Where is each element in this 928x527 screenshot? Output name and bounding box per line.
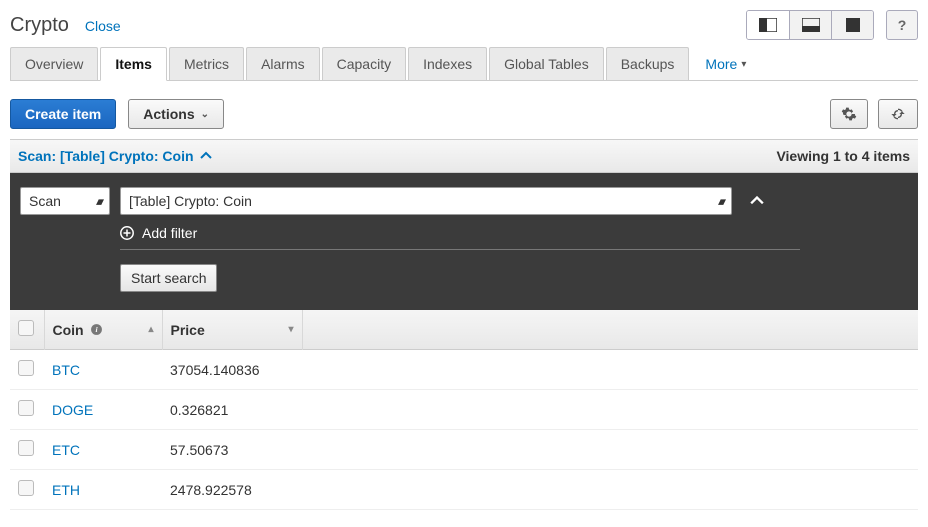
scan-summary[interactable]: Scan: [Table] Crypto: Coin — [18, 148, 212, 164]
view-toggle-group — [746, 10, 874, 40]
tab-global-tables[interactable]: Global Tables — [489, 47, 604, 80]
add-filter-label: Add filter — [142, 225, 197, 241]
price-value: 57.50673 — [170, 442, 228, 458]
coin-link[interactable]: ETH — [52, 482, 80, 498]
price-value: 2478.922578 — [170, 482, 252, 498]
operation-select-value: Scan — [29, 193, 61, 209]
items-table: Coin i ▴ Price ▾ BTC 37054.140836 DOGE 0.32… — [10, 310, 918, 510]
tab-metrics[interactable]: Metrics — [169, 47, 244, 80]
chevron-up-icon — [200, 150, 212, 162]
help-icon: ? — [898, 17, 907, 33]
view-toggle-full[interactable] — [831, 11, 873, 39]
select-arrows-icon: ▴▾ — [96, 195, 101, 208]
view-toggle-split-horizontal[interactable] — [789, 11, 831, 39]
scope-select[interactable]: [Table] Crypto: Coin ▴▾ — [120, 187, 732, 215]
coin-link[interactable]: DOGE — [52, 402, 93, 418]
tab-indexes[interactable]: Indexes — [408, 47, 487, 80]
scan-summary-label: Scan: [Table] Crypto: Coin — [18, 148, 194, 164]
tab-backups[interactable]: Backups — [606, 47, 690, 80]
close-link[interactable]: Close — [85, 18, 121, 34]
tabs-row: Overview Items Metrics Alarms Capacity I… — [10, 46, 918, 81]
table-row: BTC 37054.140836 — [10, 350, 918, 390]
create-item-button[interactable]: Create item — [10, 99, 116, 129]
column-header-price[interactable]: Price ▾ — [162, 310, 302, 350]
gear-icon — [841, 106, 857, 122]
operation-select[interactable]: Scan ▴▾ — [20, 187, 110, 215]
actions-button[interactable]: Actions ⌄ — [128, 99, 224, 129]
start-search-button[interactable]: Start search — [120, 264, 217, 292]
add-filter-button[interactable]: Add filter — [120, 225, 800, 250]
layout-vsplit-icon — [759, 18, 777, 32]
chevron-down-icon: ▾ — [741, 59, 746, 70]
tab-capacity[interactable]: Capacity — [322, 47, 406, 80]
row-checkbox[interactable] — [18, 400, 34, 416]
price-value: 37054.140836 — [170, 362, 260, 378]
info-icon: i — [90, 323, 103, 336]
tab-overview[interactable]: Overview — [10, 47, 98, 80]
select-arrows-icon: ▴▾ — [718, 195, 723, 208]
refresh-icon — [889, 106, 907, 122]
collapse-panel-button[interactable] — [750, 194, 764, 208]
row-checkbox[interactable] — [18, 480, 34, 496]
settings-button[interactable] — [830, 99, 868, 129]
actions-label: Actions — [143, 106, 194, 122]
coin-link[interactable]: ETC — [52, 442, 80, 458]
column-header-price-label: Price — [171, 322, 205, 338]
coin-link[interactable]: BTC — [52, 362, 80, 378]
select-all-checkbox[interactable] — [18, 320, 34, 336]
view-toggle-split-vertical[interactable] — [747, 11, 789, 39]
sort-asc-icon: ▴ — [148, 324, 153, 335]
tab-alarms[interactable]: Alarms — [246, 47, 320, 80]
chevron-down-icon: ⌄ — [201, 109, 209, 120]
column-header-coin[interactable]: Coin i ▴ — [44, 310, 162, 350]
more-label: More — [705, 56, 737, 72]
row-checkbox[interactable] — [18, 360, 34, 376]
layout-hsplit-icon — [802, 18, 820, 32]
price-value: 0.326821 — [170, 402, 228, 418]
tab-items[interactable]: Items — [100, 47, 167, 81]
table-row: ETC 57.50673 — [10, 430, 918, 470]
layout-full-icon — [846, 18, 860, 32]
scope-select-value: [Table] Crypto: Coin — [129, 193, 252, 209]
tabs-more[interactable]: More ▾ — [701, 48, 750, 80]
chevron-up-icon — [750, 194, 764, 208]
help-button[interactable]: ? — [886, 10, 918, 40]
page-title: Crypto — [10, 14, 69, 37]
viewing-count: Viewing 1 to 4 items — [776, 148, 910, 164]
column-header-coin-label: Coin — [53, 322, 84, 338]
sort-desc-icon: ▾ — [288, 324, 293, 335]
table-row: ETH 2478.922578 — [10, 470, 918, 510]
refresh-button[interactable] — [878, 99, 918, 129]
plus-circle-icon — [120, 226, 134, 240]
row-checkbox[interactable] — [18, 440, 34, 456]
table-row: DOGE 0.326821 — [10, 390, 918, 430]
query-builder-panel: Scan ▴▾ [Table] Crypto: Coin ▴▾ Add filt… — [10, 173, 918, 310]
